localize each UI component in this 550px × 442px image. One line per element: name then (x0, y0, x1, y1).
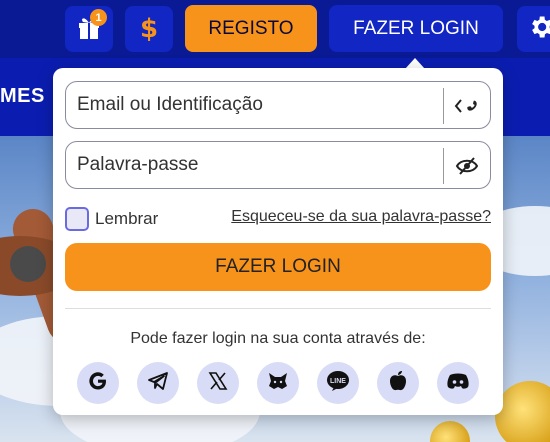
eye-slash-icon[interactable] (454, 154, 480, 178)
telegram-icon (147, 371, 169, 396)
password-placeholder: Palavra-passe (77, 154, 199, 175)
discord-icon (446, 372, 470, 395)
google-login-button[interactable] (77, 362, 119, 404)
register-button[interactable]: REGISTO (185, 5, 317, 52)
metamask-login-button[interactable] (257, 362, 299, 404)
field-divider (443, 148, 444, 184)
header-login-button[interactable]: FAZER LOGIN (329, 5, 503, 52)
line-login-button[interactable]: LINE (317, 362, 359, 404)
apple-icon (388, 370, 408, 397)
coin-decoration (430, 421, 470, 442)
forgot-password-link[interactable]: Esqueceu-se da sua palavra-passe? (231, 208, 491, 226)
remember-me: Lembrar (65, 207, 158, 231)
gift-button[interactable]: 1 (65, 6, 113, 52)
email-placeholder: Email ou Identificação (77, 94, 263, 115)
x-icon (208, 371, 228, 396)
remember-checkbox[interactable] (65, 207, 89, 231)
email-field[interactable]: Email ou Identificação (65, 81, 491, 129)
nav-item-games[interactable]: MES (0, 85, 45, 108)
field-divider (443, 88, 444, 124)
password-field[interactable]: Palavra-passe (65, 141, 491, 189)
telegram-login-button[interactable] (137, 362, 179, 404)
coin-decoration (495, 381, 550, 442)
login-popup: Email ou Identificação Palavra-passe Lem… (53, 68, 503, 415)
metamask-icon (267, 371, 289, 396)
deposit-button[interactable]: $ (125, 6, 173, 52)
remember-label: Lembrar (95, 209, 159, 228)
svg-text:LINE: LINE (330, 378, 346, 385)
login-submit-button[interactable]: FAZER LOGIN (65, 243, 491, 291)
gift-count-badge: 1 (90, 9, 107, 26)
google-icon (87, 370, 109, 397)
social-login-list: LINE (77, 362, 479, 404)
social-login-title: Pode fazer login na sua conta através de… (130, 330, 426, 347)
dollar-icon: $ (139, 14, 159, 44)
apple-login-button[interactable] (377, 362, 419, 404)
gear-icon (527, 13, 550, 46)
propeller (10, 246, 46, 282)
divider (65, 308, 491, 309)
phone-switch-icon[interactable] (454, 94, 480, 118)
line-icon: LINE (326, 370, 350, 397)
settings-button[interactable] (517, 6, 550, 52)
top-header: 1 $ REGISTO FAZER LOGIN (0, 0, 550, 58)
discord-login-button[interactable] (437, 362, 479, 404)
x-login-button[interactable] (197, 362, 239, 404)
